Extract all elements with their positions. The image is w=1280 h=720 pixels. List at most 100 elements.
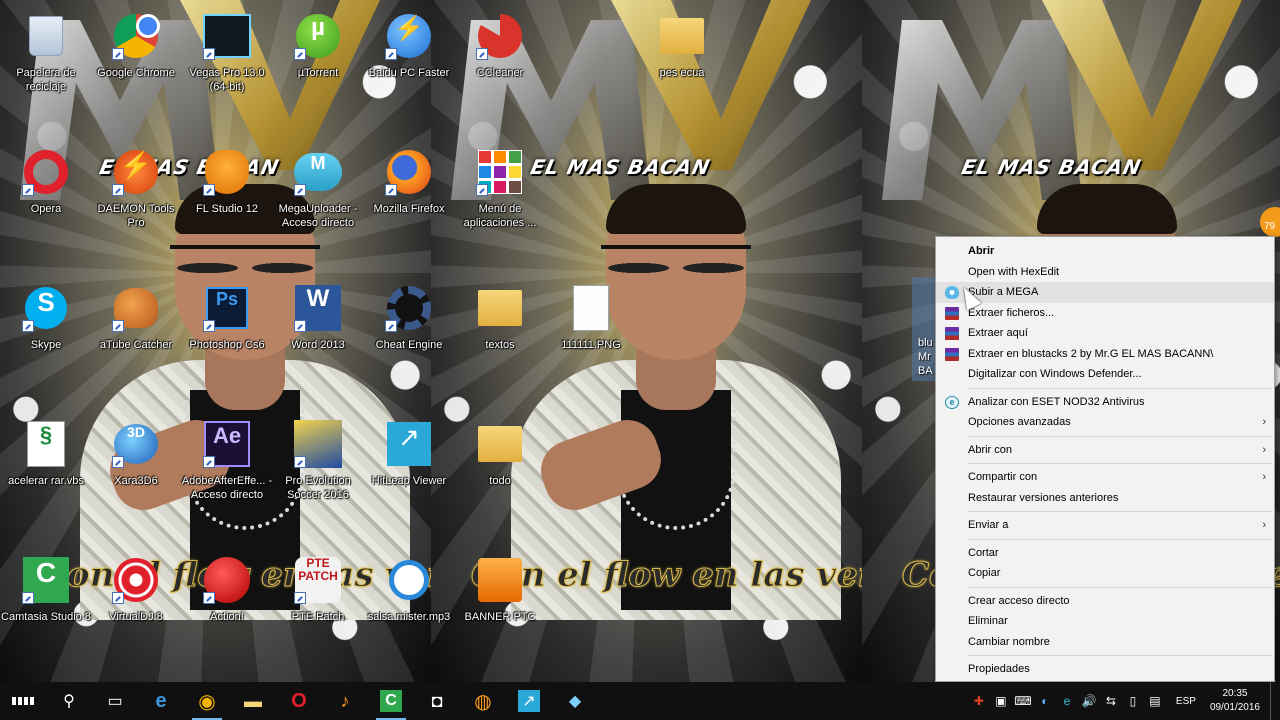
start-button[interactable] [0,682,46,720]
desktop-icon-ccleaner[interactable]: CCleaner [454,12,546,80]
desktop-icon-utorrent[interactable]: µ µTorrent [272,12,364,80]
desktop-icon-hitleap[interactable]: ↗ HitLeap Viewer [363,420,455,488]
menu-item-windows-defender[interactable]: Digitalizar con Windows Defender... [936,364,1274,385]
menu-item-extraer-en[interactable]: Extraer en blustacks 2 by Mr.G EL MAS BA… [936,344,1274,365]
taskbar-firefox[interactable]: ◍ [460,682,506,720]
firefox-icon: ◍ [474,690,492,713]
folder-icon [478,426,522,462]
system-tray: ✚ ▣ ⌨ ◐ e 🔊 ⇆ ▯ ▤ ESP 20:35 09/01/2016 [968,682,1280,720]
desktop-icon-xara[interactable]: 3D Xara3D6 [90,420,182,488]
chevron-right-icon: › [1262,443,1266,456]
desktop-icon-cheat-engine[interactable]: Cheat Engine [363,284,455,352]
desktop-icon-atube[interactable]: aTube Catcher [90,284,182,352]
desktop-icon-daemon-tools[interactable]: ⚡ DAEMON Tools Pro [90,148,182,230]
chevron-right-icon: › [1262,519,1266,531]
desktop-icon-mp3-file[interactable]: salsa mister.mp3 [363,556,455,624]
desktop-icon-skype[interactable]: S Skype [0,284,92,352]
menu-item-subir-mega[interactable]: Subir a MEGA [936,282,1274,303]
winrar-icon [945,327,959,340]
chrome-icon: ◉ [198,690,216,713]
hitleap-icon: ↗ [387,422,431,466]
taskbar-camera[interactable]: ◘ [414,682,460,720]
winrar-icon [945,306,959,320]
clock-date: 09/01/2016 [1209,702,1260,713]
desktop-icon-fl-studio[interactable]: FL Studio 12 [181,148,273,216]
desktop-icon-app-menu[interactable]: Menú de aplicaciones ... [454,148,546,230]
banner-icon [478,558,522,602]
menu-item-enviar-a[interactable]: Enviar a › [936,515,1274,536]
taskbar-chrome[interactable]: ◉ [184,682,230,720]
context-menu: Abrir Open with HexEdit Subir a MEGA Ext… [935,236,1275,682]
network-icon[interactable]: ▣ [990,682,1012,720]
menu-item-cambiar-nombre[interactable]: Cambiar nombre [936,632,1274,653]
desktop-icon-banner[interactable]: BANNER PTC [454,556,546,624]
menu-item-propiedades[interactable]: Propiedades [936,659,1274,680]
taskbar-edge[interactable]: e [138,682,184,720]
show-desktop-button[interactable] [1270,682,1280,720]
menu-item-abrir-con[interactable]: Abrir con › [936,440,1274,461]
image-file-icon [573,285,609,331]
desktop-icon-after-effects[interactable]: Ae AdobeAfterEffe... - Acceso directo [181,420,273,502]
volume-icon[interactable]: 🔊 [1078,682,1100,720]
menu-item-open-hexedit[interactable]: Open with HexEdit [936,262,1274,283]
menu-item-cortar[interactable]: Cortar [936,543,1274,564]
menu-item-restaurar-versiones[interactable]: Restaurar versiones anteriores [936,488,1274,509]
file-explorer-icon: ▬ [244,690,262,711]
menu-item-compartir-con[interactable]: Compartir con › [936,467,1274,488]
task-view-button[interactable]: ▭ [92,682,138,720]
taskbar-app[interactable]: ◆ [552,682,598,720]
taskbar-hitleap[interactable]: ↗ [506,682,552,720]
edge-icon: e [155,689,167,712]
menu-separator [968,435,1272,437]
menu-separator [968,511,1272,512]
desktop-icon-megauploader[interactable]: M MegaUploader - Acceso directo [272,148,364,230]
menu-item-extraer-aqui[interactable]: Extraer aquí [936,323,1274,344]
desktop-icon-vegas[interactable]: Vegas Pro 13.0 (64-bit) [181,12,273,94]
menu-item-abrir[interactable]: Abrir [936,241,1274,262]
fl-studio-icon: ♪ [340,690,350,711]
menu-item-extraer-ficheros[interactable]: Extraer ficheros... [936,303,1274,324]
camtasia-icon: C [380,690,402,712]
clock[interactable]: 20:35 09/01/2016 [1206,687,1270,715]
desktop-icon-firefox[interactable]: Mozilla Firefox [363,148,455,216]
ccleaner-tray-icon[interactable]: ✚ [968,682,990,720]
action-center-icon[interactable]: ▤ [1144,682,1166,720]
desktop-icon-word[interactable]: W Word 2013 [272,284,364,352]
keyboard-icon[interactable]: ⌨ [1012,682,1034,720]
desktop-icon-chrome[interactable]: Google Chrome [90,12,182,80]
taskbar-opera[interactable]: O [276,682,322,720]
desktop-icon-baidu[interactable]: ⚡ Baidu PC Faster [363,12,455,80]
menu-item-eliminar[interactable]: Eliminar [936,611,1274,632]
menu-item-copiar[interactable]: Copiar [936,563,1274,584]
eset-tray-icon[interactable]: e [1056,682,1078,720]
language-indicator[interactable]: ESP [1166,696,1206,707]
desktop-icon-vbs-file[interactable]: § acelerar rar.vbs [0,420,92,488]
desktop-icon-virtualdj[interactable]: VirtualDJ 8 [90,556,182,624]
taskbar-fl-studio[interactable]: ♪ [322,682,368,720]
taskbar-search-button[interactable]: ⚲ [46,682,92,720]
desktop-icon-folder-todo[interactable]: todo [454,420,546,488]
camera-icon: ◘ [431,690,443,711]
taskbar-camtasia[interactable]: C [368,682,414,720]
desktop-icon-pes[interactable]: Pro Evolution Soccer 2016 [272,420,364,502]
desktop-icon-recycle-bin[interactable]: Papelera de reciclaje [0,12,92,94]
desktop-icon-camtasia[interactable]: C Camtasia Studio 8 [0,556,92,624]
menu-item-opciones-avanzadas[interactable]: Opciones avanzadas › [936,412,1274,433]
desktop-icon-image-file[interactable]: 111111.PNG [545,284,637,352]
eset-icon: e [945,395,959,409]
desktop-icon-opera[interactable]: Opera [0,148,92,216]
battery-icon[interactable]: ▯ [1122,682,1144,720]
menu-item-eset[interactable]: e Analizar con ESET NOD32 Antivirus [936,392,1274,413]
desktop-icon-folder-textos[interactable]: textos [454,284,546,352]
menu-separator [968,538,1272,540]
desktop-icon-pte-patch[interactable]: PTE PATCH PTE Patch [272,556,364,624]
desktop-icon-action[interactable]: Action! [181,556,273,624]
menu-item-crear-acceso-directo[interactable]: Crear acceso directo [936,591,1274,612]
taskbar-file-explorer[interactable]: ▬ [230,682,276,720]
desktop-icon-photoshop[interactable]: Ps Photoshop Cs6 [181,284,273,352]
baidu-tray-icon[interactable]: ◐ [1034,682,1056,720]
usb-icon[interactable]: ⇆ [1100,682,1122,720]
task-view-icon: ▭ [107,693,123,710]
hitleap-icon: ↗ [518,690,540,712]
desktop-icon-folder-pes-ecua[interactable]: pes ecua [636,12,728,80]
